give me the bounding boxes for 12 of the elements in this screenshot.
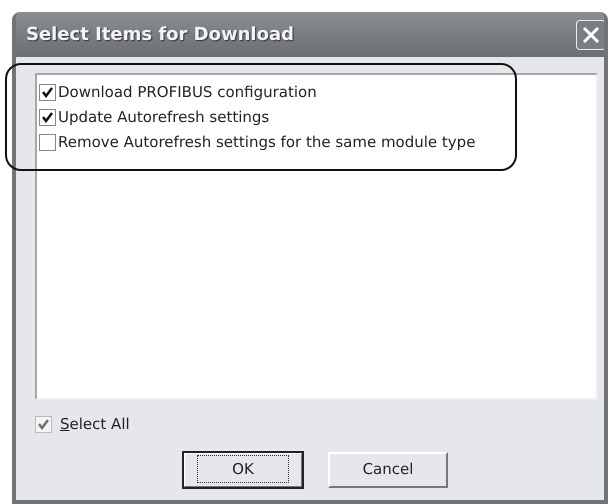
- item-label: Update Autorefresh settings: [58, 107, 270, 128]
- checkbox[interactable]: [39, 134, 56, 151]
- close-button[interactable]: [576, 20, 604, 50]
- checkbox[interactable]: [39, 84, 56, 101]
- item-label: Download PROFIBUS configuration: [58, 82, 317, 104]
- ok-button[interactable]: OK: [183, 452, 303, 488]
- cancel-button[interactable]: Cancel: [328, 452, 448, 488]
- close-icon: [581, 24, 601, 44]
- item-label: Remove Autorefresh settings for the same module type: [58, 132, 476, 154]
- select-all-label: Select All: [60, 414, 130, 435]
- window-title: Select Items for Download: [26, 23, 294, 47]
- checkbox[interactable]: [39, 109, 56, 126]
